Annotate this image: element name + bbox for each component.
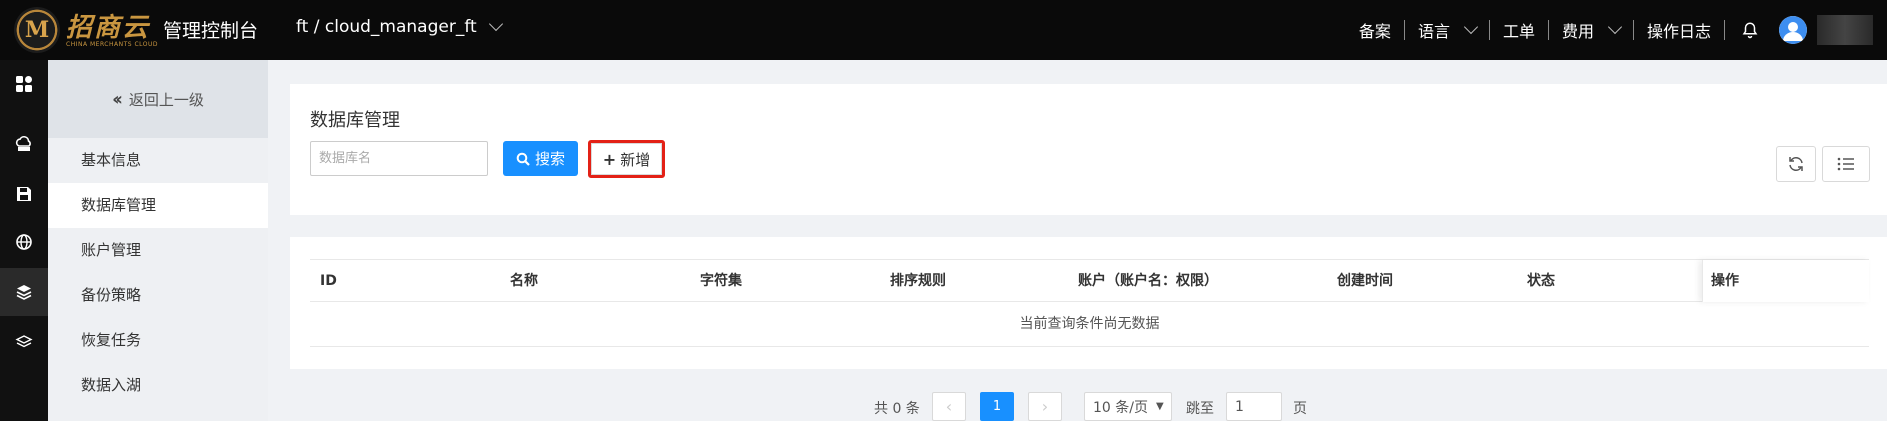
- nav-billing[interactable]: 费用: [1549, 18, 1633, 42]
- column-header-collation: 排序规则: [890, 273, 946, 289]
- back-link[interactable]: ‹‹ 返回上一级: [48, 60, 268, 138]
- dashboard-icon: [16, 76, 32, 92]
- database-icon: [16, 285, 32, 300]
- project-name: ft / cloud_manager_ft: [296, 17, 477, 37]
- list-icon: [1837, 157, 1854, 171]
- database-table: ID 名称 字符集 排序规则 账户（账户名：权限） 创建时间 状态 操作 当前查…: [310, 259, 1869, 347]
- chevron-right-icon: ›: [1041, 397, 1049, 416]
- rail-item-layers[interactable]: [0, 318, 48, 366]
- cloud-server-icon: [15, 135, 31, 151]
- column-header-name: 名称: [510, 273, 538, 289]
- network-globe-icon: [16, 234, 32, 250]
- caret-down-icon: ▼: [1155, 401, 1164, 412]
- bell-icon[interactable]: [1741, 21, 1759, 39]
- divider: [1724, 20, 1725, 40]
- app-title: 管理控制台: [163, 20, 259, 42]
- rail-item-network[interactable]: [0, 218, 48, 266]
- prev-page-button[interactable]: ‹: [932, 392, 966, 421]
- sidebar-item-basic-info[interactable]: 基本信息: [48, 138, 268, 183]
- jump-label: 跳至: [1186, 401, 1214, 417]
- user-icon: [1779, 16, 1807, 44]
- sub-sidebar: ‹‹ 返回上一级 基本信息 数据库管理 账户管理 备份策略 恢复任务 数据入湖: [48, 60, 268, 421]
- layers-icon: [15, 335, 33, 348]
- column-header-created: 创建时间: [1337, 273, 1393, 289]
- nav-language[interactable]: 语言: [1405, 18, 1489, 42]
- search-input[interactable]: [310, 141, 488, 176]
- column-header-charset: 字符集: [700, 273, 742, 289]
- rail-item-dashboard[interactable]: [0, 60, 48, 108]
- page-title: 数据库管理: [310, 110, 400, 131]
- page-size-select[interactable]: 10 条/页 ▼: [1084, 392, 1172, 421]
- sidebar-item-backup-policy[interactable]: 备份策略: [48, 273, 268, 318]
- nav-ticket[interactable]: 工单: [1490, 18, 1548, 42]
- column-header-actions: 操作: [1702, 260, 1869, 302]
- nav-filing[interactable]: 备案: [1346, 18, 1404, 42]
- next-page-button[interactable]: ›: [1028, 392, 1062, 421]
- chevron-down-icon: [1463, 19, 1479, 35]
- logo-subtext: CHINA MERCHANTS CLOUD: [66, 40, 159, 48]
- avatar[interactable]: [1779, 16, 1807, 44]
- back-label: 返回上一级: [128, 90, 204, 109]
- chevron-down-icon: [488, 16, 503, 32]
- storage-icon: [17, 187, 31, 201]
- refresh-icon: [1789, 157, 1803, 171]
- logo-mark-icon: M: [14, 7, 60, 53]
- sidebar-item-account-mgmt[interactable]: 账户管理: [48, 228, 268, 273]
- page-number-current[interactable]: 1: [980, 392, 1014, 421]
- column-header-accounts: 账户（账户名：权限）: [1078, 273, 1218, 289]
- empty-state: 当前查询条件尚无数据: [310, 302, 1869, 347]
- rail-item-storage[interactable]: [0, 170, 48, 218]
- column-header-status: 状态: [1527, 273, 1555, 289]
- table-header: ID 名称 字符集 排序规则 账户（账户名：权限） 创建时间 状态 操作: [310, 260, 1869, 302]
- logo-text: 招商云: [66, 12, 151, 43]
- chevron-down-icon: [1607, 19, 1623, 35]
- username-redacted[interactable]: [1817, 15, 1873, 45]
- add-button-highlight: + 新增: [588, 140, 665, 178]
- page-suffix: 页: [1293, 401, 1307, 417]
- brand-logo[interactable]: M 招商云 CHINA MERCHANTS CLOUD: [14, 7, 164, 53]
- rail-item-compute[interactable]: [0, 120, 48, 168]
- add-button[interactable]: + 新增: [591, 143, 662, 175]
- jump-page-input[interactable]: 1: [1226, 392, 1282, 421]
- icon-rail: [0, 60, 48, 421]
- top-nav: 备案 语言 工单 费用 操作日志: [1346, 0, 1887, 60]
- table-panel: ID 名称 字符集 排序规则 账户（账户名：权限） 创建时间 状态 操作 当前查…: [290, 237, 1887, 369]
- nav-oplog[interactable]: 操作日志: [1634, 18, 1724, 42]
- rail-item-database[interactable]: [0, 268, 48, 316]
- pagination: 共 0 条 ‹ 1 › 10 条/页 ▼ 跳至 1 页: [0, 392, 1887, 421]
- search-icon: [516, 152, 530, 166]
- column-settings-button[interactable]: [1822, 146, 1870, 182]
- project-selector[interactable]: ft / cloud_manager_ft: [296, 16, 503, 37]
- top-bar: M 招商云 CHINA MERCHANTS CLOUD 管理控制台 ft / c…: [0, 0, 1887, 60]
- refresh-button[interactable]: [1776, 146, 1816, 182]
- sidebar-item-restore-task[interactable]: 恢复任务: [48, 318, 268, 363]
- sidebar-item-database-mgmt[interactable]: 数据库管理: [48, 183, 268, 228]
- plus-icon: +: [602, 149, 617, 169]
- toolbar-panel: 数据库管理 搜索 + 新增: [290, 84, 1887, 215]
- chevron-left-icon: ‹: [945, 397, 953, 416]
- column-header-id: ID: [320, 273, 337, 289]
- total-count: 共 0 条: [874, 401, 920, 417]
- search-button[interactable]: 搜索: [503, 141, 578, 176]
- double-chevron-left-icon: ‹‹: [112, 88, 123, 110]
